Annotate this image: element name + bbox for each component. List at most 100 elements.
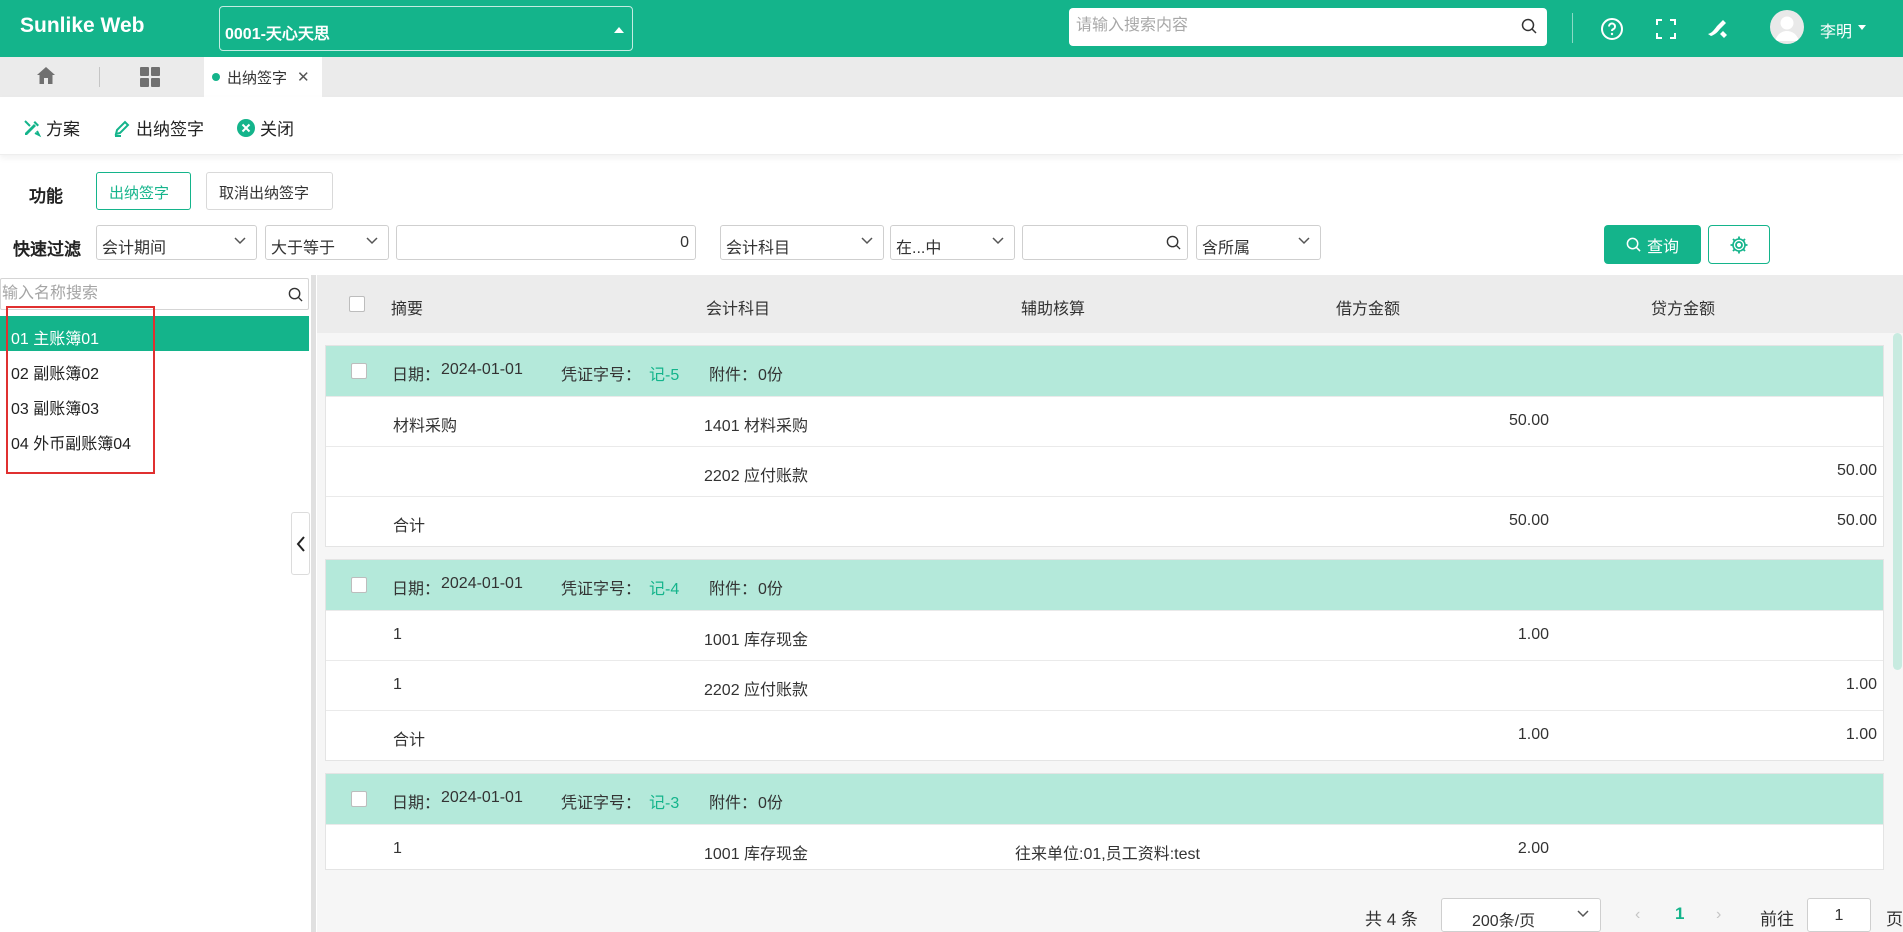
table-row[interactable]: 材料采购 1401 材料采购 50.00 [326, 396, 1883, 446]
filter-settings-button[interactable] [1708, 225, 1770, 264]
query-button[interactable]: 查询 [1604, 225, 1701, 264]
org-selector[interactable]: 0001-天心天思 [219, 6, 633, 51]
filter-operator-select-1[interactable]: 大于等于 [265, 225, 389, 260]
column-auxiliary: 辅助核算 [1021, 301, 1086, 318]
avatar[interactable] [1770, 10, 1804, 44]
voucher-card: 日期： 2024-01-01 凭证字号： 记-4 附件： 0份 1 1001 库… [325, 559, 1884, 761]
filter-operator-value-1: 大于等于 [271, 240, 336, 257]
global-search[interactable] [1069, 8, 1547, 46]
close-label: 关闭 [260, 120, 294, 139]
date-label: 日期： [392, 795, 441, 812]
chevron-down-icon[interactable] [1858, 25, 1866, 30]
voucher-no-link[interactable]: 记-5 [649, 361, 679, 385]
cell-debit: 2.00 [1517, 840, 1549, 857]
user-name[interactable]: 李明 [1820, 18, 1852, 42]
header-divider [1572, 13, 1573, 43]
chevron-down-icon [991, 234, 1005, 253]
org-selector-value: 0001-天心天思 [225, 26, 330, 43]
page-size-select[interactable]: 200条/页 [1441, 898, 1601, 932]
scheme-button[interactable]: 方案 [22, 115, 80, 140]
voucher-no-label: 凭证字号： [561, 581, 642, 598]
highlight-annotation-box [6, 306, 155, 474]
search-icon[interactable] [1521, 18, 1537, 39]
select-all-checkbox[interactable] [349, 296, 365, 312]
cell-debit: 1.00 [1517, 726, 1549, 743]
gear-icon [1730, 236, 1748, 253]
voucher-checkbox[interactable] [351, 577, 367, 593]
cell-credit: 1.00 [1845, 676, 1877, 693]
app-logo: Sunlike Web [20, 14, 145, 37]
grid-scrollbar[interactable] [1893, 333, 1902, 670]
table-row[interactable]: 1 2202 应付账款 1.00 [326, 660, 1883, 710]
toolbar: 方案 出纳签字 关闭 [0, 97, 1903, 155]
prev-page-icon[interactable]: ‹ [1635, 906, 1640, 924]
close-circle-icon [237, 118, 255, 137]
fullscreen-icon[interactable] [1651, 14, 1681, 44]
filter-account-search-input[interactable] [1022, 225, 1188, 260]
panel-splitter[interactable] [311, 275, 316, 932]
goto-page-input[interactable]: 1 [1807, 898, 1871, 932]
chevron-down-icon [365, 234, 379, 253]
voucher-no-link[interactable]: 记-4 [649, 575, 679, 599]
help-icon[interactable] [1597, 14, 1627, 44]
table-row[interactable]: 1 1001 库存现金 往来单位:01,员工资料:test 2.00 [326, 824, 1883, 869]
collapse-panel-button[interactable] [291, 512, 310, 575]
home-icon[interactable] [35, 65, 57, 92]
search-icon [1626, 237, 1641, 252]
close-button[interactable]: 关闭 [236, 115, 294, 140]
voucher-checkbox[interactable] [351, 791, 367, 807]
table-row[interactable]: 2202 应付账款 50.00 [326, 446, 1883, 496]
cell-summary: 合计 [393, 732, 426, 749]
apps-grid-icon[interactable] [139, 66, 161, 93]
query-label: 查询 [1646, 238, 1679, 256]
top-bar: Sunlike Web 0001-天心天思 李明 [0, 0, 1903, 57]
table-row-total: 合计 50.00 50.00 [326, 496, 1883, 546]
cashier-sign-label: 出纳签字 [136, 120, 204, 139]
filter-field-select-2[interactable]: 会计科目 [720, 225, 884, 260]
voucher-no-link[interactable]: 记-3 [649, 789, 679, 813]
attachment-count: 0份 [758, 581, 783, 598]
cashier-sign-button[interactable]: 出纳签字 [112, 115, 204, 140]
filter-field-select-1[interactable]: 会计期间 [96, 225, 257, 260]
cell-summary: 材料采购 [393, 418, 458, 435]
cell-summary: 合计 [393, 518, 426, 535]
next-page-icon[interactable]: › [1716, 906, 1721, 924]
close-icon[interactable]: ✕ [297, 68, 310, 86]
voucher-no-label: 凭证字号： [561, 795, 642, 812]
global-search-input[interactable] [1069, 8, 1489, 44]
cell-account: 1401 材料采购 [704, 418, 809, 435]
chevron-down-icon [233, 234, 247, 253]
cell-summary: 1 [393, 840, 402, 857]
cell-account: 1001 库存现金 [704, 632, 809, 649]
theme-brush-icon[interactable] [1703, 14, 1733, 44]
voucher-header: 日期： 2024-01-01 凭证字号： 记-4 附件： 0份 [326, 560, 1883, 610]
tab-divider [99, 67, 100, 87]
cell-credit: 50.00 [1836, 512, 1877, 529]
search-icon[interactable] [1166, 235, 1181, 255]
scheme-label: 方案 [46, 120, 80, 139]
attachment-label: 附件： [709, 581, 758, 598]
page-suffix: 页 [1886, 910, 1903, 929]
filter-operator-value-2: 在...中 [896, 240, 942, 257]
active-dot-icon [212, 73, 220, 81]
filter-scope-select[interactable]: 含所属 [1196, 225, 1321, 260]
cell-debit: 50.00 [1508, 412, 1549, 429]
voucher-checkbox[interactable] [351, 363, 367, 379]
sign-function-button[interactable]: 出纳签字 [96, 172, 191, 210]
date-label: 日期： [392, 581, 441, 598]
voucher-card: 日期： 2024-01-01 凭证字号： 记-3 附件： 0份 1 1001 库… [325, 773, 1884, 870]
cancel-sign-function-button[interactable]: 取消出纳签字 [206, 172, 333, 210]
current-page[interactable]: 1 [1675, 904, 1684, 924]
scheme-icon [24, 119, 42, 137]
sign-edit-icon [114, 120, 130, 137]
voucher-date: 2024-01-01 [441, 361, 523, 378]
search-icon[interactable] [288, 287, 303, 307]
attachment-count: 0份 [758, 795, 783, 812]
filter-operator-select-2[interactable]: 在...中 [890, 225, 1015, 260]
filter-value-input-1[interactable]: 0 [396, 225, 696, 260]
tab-cashier-sign[interactable]: 出纳签字 ✕ [204, 57, 322, 97]
ledger-search-input[interactable] [1, 279, 281, 309]
filter-field-value-1: 会计期间 [102, 240, 167, 257]
voucher-date: 2024-01-01 [441, 789, 523, 806]
table-row[interactable]: 1 1001 库存现金 1.00 [326, 610, 1883, 660]
